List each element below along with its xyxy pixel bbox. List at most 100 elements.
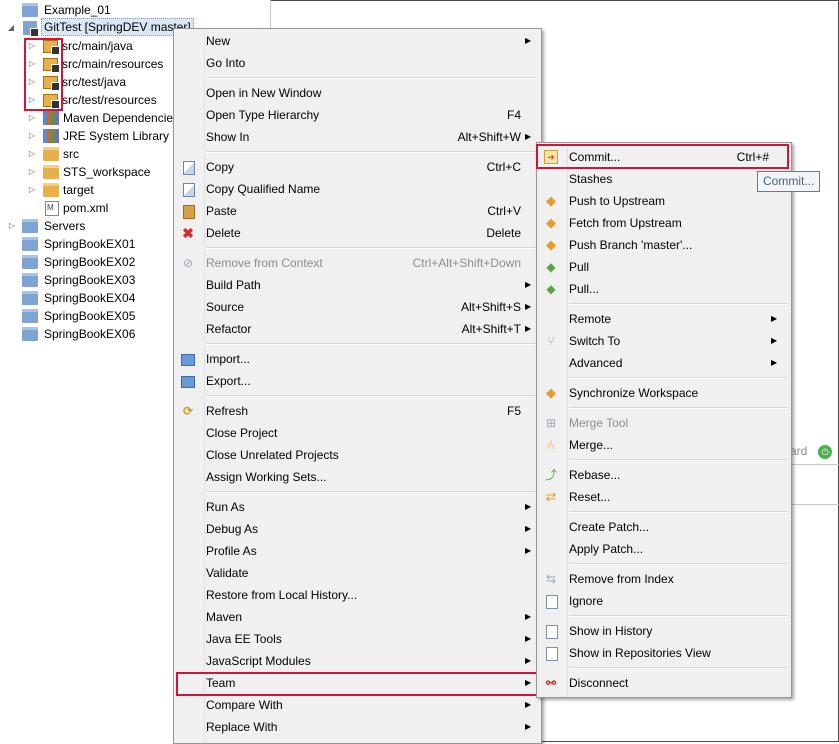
commit-tooltip: Commit...	[757, 171, 821, 192]
menu-separator	[569, 459, 787, 461]
submenu-arrow-icon: ▶	[525, 280, 532, 289]
menu-item-remove-from-index[interactable]: ⇆ Remove from Index	[537, 568, 791, 590]
menu-item-restore-local-history[interactable]: Restore from Local History...	[174, 584, 541, 606]
menu-item-pull-dialog[interactable]: ◆ Pull...	[537, 278, 791, 300]
collapsed-twisty-icon[interactable]: ▷	[27, 163, 37, 181]
menu-item-validate[interactable]: Validate	[174, 562, 541, 584]
menu-item-maven[interactable]: Maven ▶	[174, 606, 541, 628]
submenu-arrow-icon: ▶	[525, 546, 532, 555]
collapsed-twisty-icon[interactable]: ▷	[27, 127, 37, 145]
folder-icon	[22, 291, 38, 305]
menu-separator	[569, 667, 787, 669]
collapsed-twisty-icon[interactable]: ▷	[27, 109, 37, 127]
menu-item-go-into[interactable]: Go Into	[174, 52, 541, 74]
menu-item-export[interactable]: Export...	[174, 370, 541, 392]
collapsed-twisty-icon[interactable]: ▷	[27, 145, 37, 163]
project-icon	[23, 21, 39, 37]
menu-item-javascript-modules[interactable]: JavaScript Modules ▶	[174, 650, 541, 672]
menu-separator	[569, 407, 787, 409]
submenu-arrow-icon: ▶	[525, 132, 532, 141]
menu-separator	[569, 303, 787, 305]
menu-item-build-path[interactable]: Build Path ▶	[174, 274, 541, 296]
menu-item-push-branch[interactable]: ◆ Push Branch 'master'...	[537, 234, 791, 256]
collapsed-twisty-icon[interactable]: ▷	[7, 217, 17, 235]
menu-item-remote[interactable]: Remote ▶	[537, 308, 791, 330]
background-divider	[790, 464, 839, 465]
menu-item-copy[interactable]: Copy Ctrl+C	[174, 156, 541, 178]
source-folder-icon	[43, 165, 59, 179]
menu-item-pull[interactable]: ◆ Pull	[537, 256, 791, 278]
submenu-arrow-icon: ▶	[525, 722, 532, 731]
pull-icon: ◆	[546, 282, 556, 296]
submenu-arrow-icon: ▶	[771, 336, 778, 345]
menu-item-show-in[interactable]: Show In Alt+Shift+W ▶	[174, 126, 541, 148]
menu-item-copy-qualified-name[interactable]: Copy Qualified Name	[174, 178, 541, 200]
refresh-icon: ⟳	[182, 404, 194, 418]
menu-item-create-patch[interactable]: Create Patch...	[537, 516, 791, 538]
menu-separator	[569, 511, 787, 513]
menu-item-source[interactable]: Source Alt+Shift+S ▶	[174, 296, 541, 318]
menu-item-profile-as[interactable]: Profile As ▶	[174, 540, 541, 562]
menu-item-disconnect[interactable]: ⚯ Disconnect	[537, 672, 791, 694]
remove-index-icon: ⇆	[545, 572, 557, 586]
submenu-arrow-icon: ▶	[525, 612, 532, 621]
reset-icon: ⇄	[545, 489, 557, 504]
menu-separator	[569, 377, 787, 379]
history-icon	[546, 625, 558, 639]
menu-item-reset[interactable]: ⇄ Reset...	[537, 486, 791, 508]
menu-item-refactor[interactable]: Refactor Alt+Shift+T ▶	[174, 318, 541, 340]
menu-item-import[interactable]: Import...	[174, 348, 541, 370]
menu-item-apply-patch[interactable]: Apply Patch...	[537, 538, 791, 560]
menu-item-debug-as[interactable]: Debug As ▶	[174, 518, 541, 540]
menu-item-stashes[interactable]: Stashes	[537, 168, 791, 190]
menu-item-switch-to[interactable]: ⑂ Switch To ▶	[537, 330, 791, 352]
menu-separator	[206, 77, 536, 79]
submenu-arrow-icon: ▶	[525, 502, 532, 511]
menu-item-fetch-from-upstream[interactable]: ◆ Fetch from Upstream	[537, 212, 791, 234]
menu-item-new[interactable]: New ▶	[174, 30, 541, 52]
menu-separator	[206, 395, 536, 397]
menu-separator	[206, 491, 536, 493]
menu-separator	[206, 343, 536, 345]
synchronize-icon: ◆	[546, 385, 556, 400]
power-icon[interactable]: ⏻	[818, 445, 832, 459]
menu-item-close-project[interactable]: Close Project	[174, 422, 541, 444]
collapsed-twisty-icon[interactable]: ▷	[27, 181, 37, 199]
repositories-icon	[546, 647, 558, 661]
menu-item-replace-with[interactable]: Replace With ▶	[174, 716, 541, 738]
menu-item-delete[interactable]: ✖ Delete Delete	[174, 222, 541, 244]
menu-item-merge[interactable]: ⑃ Merge...	[537, 434, 791, 456]
submenu-arrow-icon: ▶	[525, 700, 532, 709]
commit-highlight-box	[536, 144, 789, 169]
pull-icon: ◆	[546, 260, 556, 274]
export-icon	[181, 376, 195, 388]
menu-item-open-new-window[interactable]: Open in New Window	[174, 82, 541, 104]
background-partial-text: ard	[790, 444, 808, 458]
disconnect-icon: ⚯	[545, 676, 557, 690]
menu-item-synchronize-workspace[interactable]: ◆ Synchronize Workspace	[537, 382, 791, 404]
menu-item-rebase[interactable]: ⤴ Rebase...	[537, 464, 791, 486]
menu-separator	[569, 615, 787, 617]
menu-item-assign-working-sets[interactable]: Assign Working Sets...	[174, 466, 541, 488]
team-highlight-box	[176, 672, 538, 696]
menu-item-refresh[interactable]: ⟳ Refresh F5	[174, 400, 541, 422]
menu-item-compare-with[interactable]: Compare With ▶	[174, 694, 541, 716]
menu-item-paste[interactable]: Paste Ctrl+V	[174, 200, 541, 222]
menu-item-close-unrelated-projects[interactable]: Close Unrelated Projects	[174, 444, 541, 466]
menu-item-show-in-history[interactable]: Show in History	[537, 620, 791, 642]
menu-item-open-type-hierarchy[interactable]: Open Type Hierarchy F4	[174, 104, 541, 126]
team-submenu: ➔ Commit... Ctrl+# Stashes ◆ Push to Ups…	[536, 142, 792, 698]
switch-icon: ⑂	[547, 334, 555, 348]
library-icon	[43, 129, 59, 143]
submenu-arrow-icon: ▶	[525, 524, 532, 533]
menu-item-push-to-upstream[interactable]: ◆ Push to Upstream	[537, 190, 791, 212]
background-divider	[790, 504, 839, 505]
menu-item-advanced[interactable]: Advanced ▶	[537, 352, 791, 374]
submenu-arrow-icon: ▶	[771, 358, 778, 367]
menu-item-run-as[interactable]: Run As ▶	[174, 496, 541, 518]
menu-item-java-ee-tools[interactable]: Java EE Tools ▶	[174, 628, 541, 650]
expanded-twisty-icon[interactable]: ◢	[6, 19, 16, 37]
menu-item-ignore[interactable]: Ignore	[537, 590, 791, 612]
menu-item-show-in-repositories[interactable]: Show in Repositories View	[537, 642, 791, 664]
context-menu: New ▶ Go Into Open in New Window Open Ty…	[173, 28, 542, 744]
